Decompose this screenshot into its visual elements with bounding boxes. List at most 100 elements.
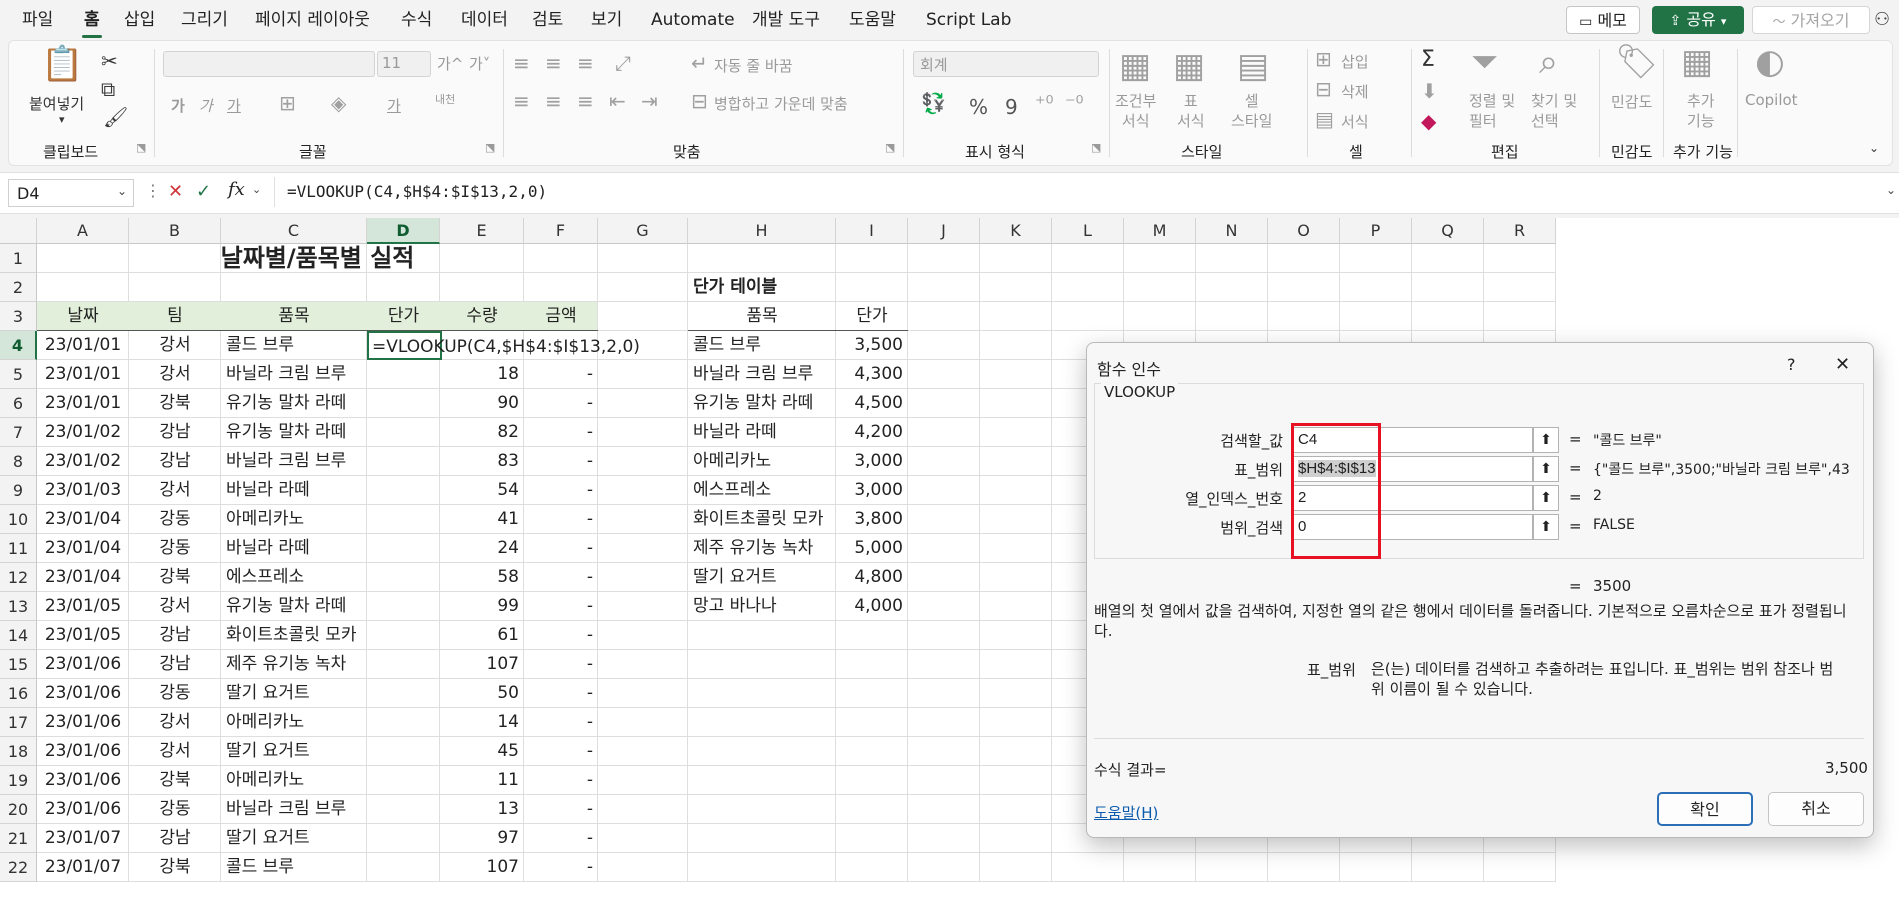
row-header-21[interactable]: 21 xyxy=(0,824,37,853)
table-cell[interactable]: 23/01/02 xyxy=(37,418,129,447)
align-middle-icon[interactable]: ≡ xyxy=(545,53,562,73)
table-cell[interactable]: - xyxy=(524,505,598,534)
table-cell[interactable]: 23/01/04 xyxy=(37,505,129,534)
row-header-10[interactable]: 10 xyxy=(0,505,37,534)
table-cell[interactable]: 강남 xyxy=(129,621,221,650)
price-table-cell[interactable]: 3,800 xyxy=(836,505,908,534)
price-table-cell[interactable]: 4,800 xyxy=(836,563,908,592)
row-header-14[interactable]: 14 xyxy=(0,621,37,650)
column-header-r[interactable]: R xyxy=(1484,218,1556,244)
table-cell[interactable]: 54 xyxy=(440,476,524,505)
price-table-cell[interactable]: 딸기 요거트 xyxy=(688,563,836,592)
column-header-b[interactable]: B xyxy=(129,218,221,244)
column-header-c[interactable]: C xyxy=(221,218,367,244)
collapse-dialog-icon[interactable]: ⬆ xyxy=(1533,485,1559,511)
format-painter-icon[interactable]: 🖌 xyxy=(103,107,128,127)
table-cell[interactable]: 83 xyxy=(440,447,524,476)
table-cell[interactable]: - xyxy=(524,563,598,592)
arg-input[interactable]: C4 xyxy=(1293,427,1533,453)
table-cell[interactable]: 41 xyxy=(440,505,524,534)
table-cell[interactable]: 14 xyxy=(440,708,524,737)
active-cell-editor[interactable]: =VLOOKUP(C4,$H$4:$I$13,2,0) xyxy=(367,331,640,360)
menu-home[interactable]: 홈 xyxy=(82,0,102,40)
format-cells-label[interactable]: 서식 xyxy=(1341,111,1369,132)
paste-icon[interactable]: 📋 xyxy=(41,47,83,81)
shrink-font-button[interactable]: 가˅ xyxy=(469,53,490,74)
table-cell[interactable]: - xyxy=(524,708,598,737)
table-cell[interactable]: 딸기 요거트 xyxy=(221,824,367,853)
memo-button[interactable]: ▭ 메모 xyxy=(1566,6,1640,34)
ok-button[interactable]: 확인 xyxy=(1657,792,1753,826)
table-cell[interactable]: 콜드 브루 xyxy=(221,331,367,360)
row-header-18[interactable]: 18 xyxy=(0,737,37,766)
help-question-icon[interactable]: ? xyxy=(1787,355,1796,374)
table-cell[interactable]: 강남 xyxy=(129,418,221,447)
arg-input[interactable]: $H$4:$I$13 xyxy=(1293,456,1533,482)
table-cell[interactable]: 13 xyxy=(440,795,524,824)
table-cell[interactable]: 유기농 말차 라떼 xyxy=(221,389,367,418)
format-cells-icon[interactable]: ▤ xyxy=(1315,109,1334,129)
row-header-3[interactable]: 3 xyxy=(0,302,37,331)
table-cell[interactable]: 딸기 요거트 xyxy=(221,737,367,766)
table-cell[interactable]: - xyxy=(524,766,598,795)
table-cell[interactable]: 강북 xyxy=(129,853,221,882)
column-header-q[interactable]: Q xyxy=(1412,218,1484,244)
table-cell[interactable]: 강동 xyxy=(129,679,221,708)
table-cell[interactable]: 아메리카노 xyxy=(221,708,367,737)
orientation-icon[interactable]: ⤢ xyxy=(615,53,631,73)
find-select-label[interactable]: 찾기 및 선택 xyxy=(1531,91,1577,131)
row-header-17[interactable]: 17 xyxy=(0,708,37,737)
increase-decimal-icon[interactable]: ⁺⁰ xyxy=(1035,93,1054,113)
table-cell[interactable]: 107 xyxy=(440,650,524,679)
row-header-13[interactable]: 13 xyxy=(0,592,37,621)
format-table-icon[interactable]: ▦ xyxy=(1173,49,1205,83)
table-cell[interactable]: 82 xyxy=(440,418,524,447)
align-top-icon[interactable]: ≡ xyxy=(513,53,530,73)
table-cell[interactable]: 강서 xyxy=(129,331,221,360)
arg-input[interactable]: 0 xyxy=(1293,514,1533,540)
table-cell[interactable]: 바닐라 크림 브루 xyxy=(221,447,367,476)
table-cell[interactable]: - xyxy=(524,795,598,824)
conditional-format-icon[interactable]: ▦ xyxy=(1119,49,1151,83)
table-cell[interactable]: 58 xyxy=(440,563,524,592)
column-header-l[interactable]: L xyxy=(1052,218,1124,244)
price-table-cell[interactable]: 화이트초콜릿 모카 xyxy=(688,505,836,534)
table-cell[interactable]: 강서 xyxy=(129,476,221,505)
price-table-cell[interactable]: 5,000 xyxy=(836,534,908,563)
table-cell[interactable]: 강서 xyxy=(129,708,221,737)
bold-button[interactable]: 가 xyxy=(171,95,185,116)
table-cell[interactable]: - xyxy=(524,389,598,418)
menu-insert[interactable]: 삽입 xyxy=(124,0,155,40)
menu-script-lab[interactable]: Script Lab xyxy=(926,0,1011,40)
table-cell[interactable]: - xyxy=(524,621,598,650)
conditional-format-label[interactable]: 조건부 서식 xyxy=(1115,91,1156,131)
table-cell[interactable]: 강남 xyxy=(129,824,221,853)
table-cell[interactable]: 바닐라 크림 브루 xyxy=(221,360,367,389)
price-column-label-1[interactable]: 품목 xyxy=(688,302,836,331)
table-cell[interactable]: 콜드 브루 xyxy=(221,853,367,882)
row-header-19[interactable]: 19 xyxy=(0,766,37,795)
sort-filter-icon[interactable]: ⏷ xyxy=(1471,45,1498,79)
menu-draw[interactable]: 그리기 xyxy=(181,0,228,40)
column-header-f[interactable]: F xyxy=(524,218,598,244)
table-cell[interactable]: 23/01/04 xyxy=(37,534,129,563)
table-cell[interactable]: 강동 xyxy=(129,795,221,824)
price-table-cell[interactable]: 3,000 xyxy=(836,476,908,505)
table-cell[interactable]: 23/01/01 xyxy=(37,331,129,360)
row-header-22[interactable]: 22 xyxy=(0,853,37,882)
enter-icon[interactable]: ✓ xyxy=(196,181,211,202)
wrap-text-label[interactable]: 자동 줄 바꿈 xyxy=(714,55,793,76)
column-label-3[interactable]: 품목 xyxy=(221,302,367,331)
sort-filter-label[interactable]: 정렬 및 필터 xyxy=(1469,91,1515,131)
align-center-icon[interactable]: ≡ xyxy=(545,91,562,111)
price-table-cell[interactable]: 4,000 xyxy=(836,592,908,621)
increase-indent-icon[interactable]: ⇥ xyxy=(641,91,658,111)
column-label-2[interactable]: 팀 xyxy=(129,302,221,331)
table-cell[interactable]: 107 xyxy=(440,853,524,882)
price-table-cell[interactable]: 아메리카노 xyxy=(688,447,836,476)
sheet-title[interactable]: 날짜별/품목별 실적 xyxy=(37,244,598,273)
column-header-i[interactable]: I xyxy=(836,218,908,244)
table-cell[interactable]: - xyxy=(524,737,598,766)
menu-automate[interactable]: Automate xyxy=(651,0,735,40)
table-cell[interactable]: 23/01/06 xyxy=(37,650,129,679)
